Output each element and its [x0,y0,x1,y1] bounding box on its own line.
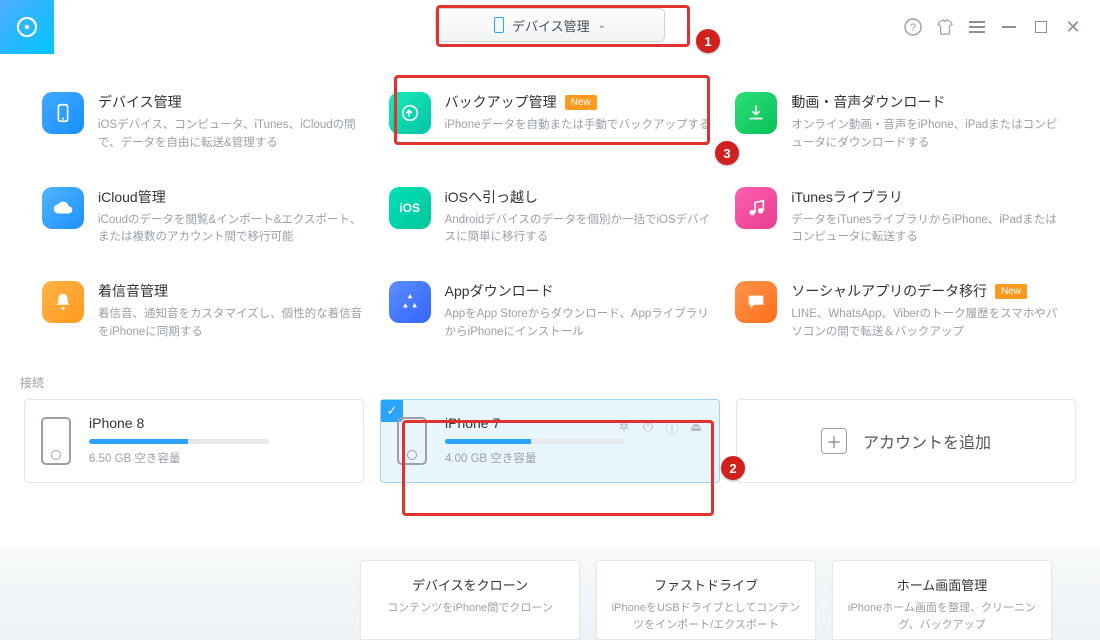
feature-title: 動画・音声ダウンロード [791,92,1058,112]
feature-title: iTunesライブラリ [791,187,1058,207]
bottom-card-fastdrive[interactable]: ファストドライブ iPhoneをUSBドライブとしてコンテンツをインポート/エク… [596,560,816,640]
feature-text: iOSへ引っ越し Androidデバイスのデータを個別か一括でiOSデバイスに簡単… [445,187,712,248]
feature-title: 着信音管理 [98,281,365,301]
feature-card[interactable]: 動画・音声ダウンロードオンライン動画・音声をiPhone、iPadまたはコンピュ… [735,92,1058,153]
feature-title: iCloud管理 [98,187,365,207]
device-icon [42,92,84,134]
header-tab-wrap: デバイス管理 ⌄ [435,8,665,42]
feature-text: 動画・音声ダウンロードオンライン動画・音声をiPhone、iPadまたはコンピュ… [791,92,1058,153]
device-card-iphone7[interactable]: ✓ iPhone 7 ✲ ⏻ ⓘ ⏏ 4.00 GB 空き容量 [380,399,720,483]
add-account-label: アカウントを追加 [863,429,991,453]
feature-desc: LINE、WhatsApp、Viberのトーク履歴をスマホやパソコンの間で転送＆… [791,306,1058,342]
device-free: 4.00 GB 空き容量 [445,450,703,466]
step-badge-3: 3 [715,141,739,165]
close-icon[interactable]: ✕ [1064,18,1082,36]
download-icon [735,92,777,134]
feature-desc: 着信音、通知音をカスタマイズし、個性的な着信音をiPhoneに同期する [98,306,365,342]
feature-card[interactable]: iCloud管理 iCoudのデータを閲覧&インポート&エクスポート、または複数の… [42,187,365,248]
phone-outline-icon [41,417,71,465]
bottom-desc: コンテンツをiPhone間でクローン [375,600,565,617]
connection-row: iPhone 8 6.50 GB 空き容量 ✓ iPhone 7 ✲ ⏻ ⓘ ⏏… [0,399,1100,483]
bottom-card-clone[interactable]: デバイスをクローン コンテンツをiPhone間でクローン [360,560,580,640]
bottom-title: ファストドライブ [611,575,801,594]
app-icon [389,281,431,323]
gear-icon[interactable]: ✲ [617,420,631,434]
feature-text: iCloud管理 iCoudのデータを閲覧&インポート&エクスポート、または複数の… [98,187,365,248]
phone-icon [494,17,504,33]
feature-desc: iOSデバイス、コンピュータ、iTunes、iCloudの間で、データを自由に転… [98,117,365,153]
social-icon [735,281,777,323]
bottom-desc: iPhoneホーム画面を整理、クリーニング、バックアップ [847,600,1037,633]
info-icon[interactable]: ⓘ [665,420,679,434]
header: デバイス管理 ⌄ ? ✕ [0,0,1100,54]
step-badge-1: 1 [696,29,720,53]
feature-card[interactable]: 着信音管理着信音、通知音をカスタマイズし、個性的な着信音をiPhoneに同期する [42,281,365,342]
bottom-strip: デバイスをクローン コンテンツをiPhone間でクローン ファストドライブ iP… [0,548,1100,640]
plus-icon: ＋ [821,428,847,454]
app-logo [0,0,54,54]
feature-desc: AppをApp Storeからダウンロード、AppライブラリからiPhoneにイ… [445,306,712,342]
feature-text: デバイス管理 iOSデバイス、コンピュータ、iTunes、iCloudの間で、デー… [98,92,365,153]
device-free: 6.50 GB 空き容量 [89,450,347,466]
feature-title: デバイス管理 [98,92,365,112]
step-badge-2: 2 [721,456,745,480]
window-controls: ? ✕ [904,18,1100,36]
power-icon[interactable]: ⏻ [641,420,655,434]
feature-title: バックアップ管理New [445,92,711,112]
add-account-card[interactable]: ＋ アカウントを追加 [736,399,1076,483]
bottom-desc: iPhoneをUSBドライブとしてコンテンツをインポート/エクスポート [611,600,801,633]
storage-bar [89,439,269,444]
help-icon[interactable]: ? [904,18,922,36]
feature-card[interactable]: ソーシャルアプリのデータ移行New LINE、WhatsApp、Viberのトーク… [735,281,1058,342]
feature-title: iOSへ引っ越し [445,187,712,207]
chevron-down-icon: ⌄ [598,20,606,31]
feature-desc: オンライン動画・音声をiPhone、iPadまたはコンピュータにダウンロードする [791,117,1058,153]
feature-text: iTunesライブラリデータをiTunesライブラリからiPhone、iPadま… [791,187,1058,248]
feature-card[interactable]: iTunesライブラリデータをiTunesライブラリからiPhone、iPadま… [735,187,1058,248]
feature-text: ソーシャルアプリのデータ移行New LINE、WhatsApp、Viberのトーク… [791,281,1058,342]
feature-desc: データをiTunesライブラリからiPhone、iPadまたはコンピュータに転送… [791,212,1058,248]
bottom-title: デバイスをクローン [375,575,565,594]
bottom-card-home[interactable]: ホーム画面管理 iPhoneホーム画面を整理、クリーニング、バックアップ [832,560,1052,640]
feature-text: Appダウンロード AppをApp Storeからダウンロード、Appライブラリか… [445,281,712,342]
feature-desc: Androidデバイスのデータを個別か一括でiOSデバイスに簡単に移行する [445,212,712,248]
feature-title: Appダウンロード [445,281,712,301]
svg-text:?: ? [910,22,916,34]
feature-text: バックアップ管理New iPhoneデータを自動または手動でバックアップする [445,92,711,135]
feature-grid: デバイス管理 iOSデバイス、コンピュータ、iTunes、iCloudの間で、デー… [0,54,1100,374]
storage-bar [445,439,625,444]
new-badge: New [565,95,597,110]
device-manage-tab[interactable]: デバイス管理 ⌄ [435,8,665,42]
minimize-icon[interactable] [1000,18,1018,36]
itunes-icon [735,187,777,229]
eject-icon[interactable]: ⏏ [689,420,703,434]
device-card-iphone8[interactable]: iPhone 8 6.50 GB 空き容量 [24,399,364,483]
feature-desc: iPhoneデータを自動または手動でバックアップする [445,117,711,135]
menu-icon[interactable] [968,18,986,36]
tab-label: デバイス管理 [512,16,590,35]
skin-icon[interactable] [936,18,954,36]
phone-outline-icon [397,417,427,465]
feature-card[interactable]: バックアップ管理New iPhoneデータを自動または手動でバックアップする [389,92,712,135]
feature-card[interactable]: iOS iOSへ引っ越し Androidデバイスのデータを個別か一括でiOSデバイス… [389,187,712,248]
device-info: iPhone 8 6.50 GB 空き容量 [89,415,347,466]
bell-icon [42,281,84,323]
backup-icon [389,92,431,134]
device-name: iPhone 8 [89,415,347,431]
feature-card[interactable]: Appダウンロード AppをApp Storeからダウンロード、Appライブラリか… [389,281,712,342]
new-badge: New [995,284,1027,299]
cloud-icon [42,187,84,229]
feature-title: ソーシャルアプリのデータ移行New [791,281,1058,301]
ios-icon: iOS [389,187,431,229]
maximize-icon[interactable] [1032,18,1050,36]
feature-desc: iCoudのデータを閲覧&インポート&エクスポート、または複数のアカウント間で移… [98,212,365,248]
bottom-title: ホーム画面管理 [847,575,1037,594]
device-mini-icons: ✲ ⏻ ⓘ ⏏ [617,420,703,434]
connection-label: 接続 [0,374,1100,399]
device-name: iPhone 7 [445,415,500,431]
feature-card[interactable]: デバイス管理 iOSデバイス、コンピュータ、iTunes、iCloudの間で、デー… [42,92,365,153]
feature-text: 着信音管理着信音、通知音をカスタマイズし、個性的な着信音をiPhoneに同期する [98,281,365,342]
device-info: iPhone 7 ✲ ⏻ ⓘ ⏏ 4.00 GB 空き容量 [445,415,703,466]
